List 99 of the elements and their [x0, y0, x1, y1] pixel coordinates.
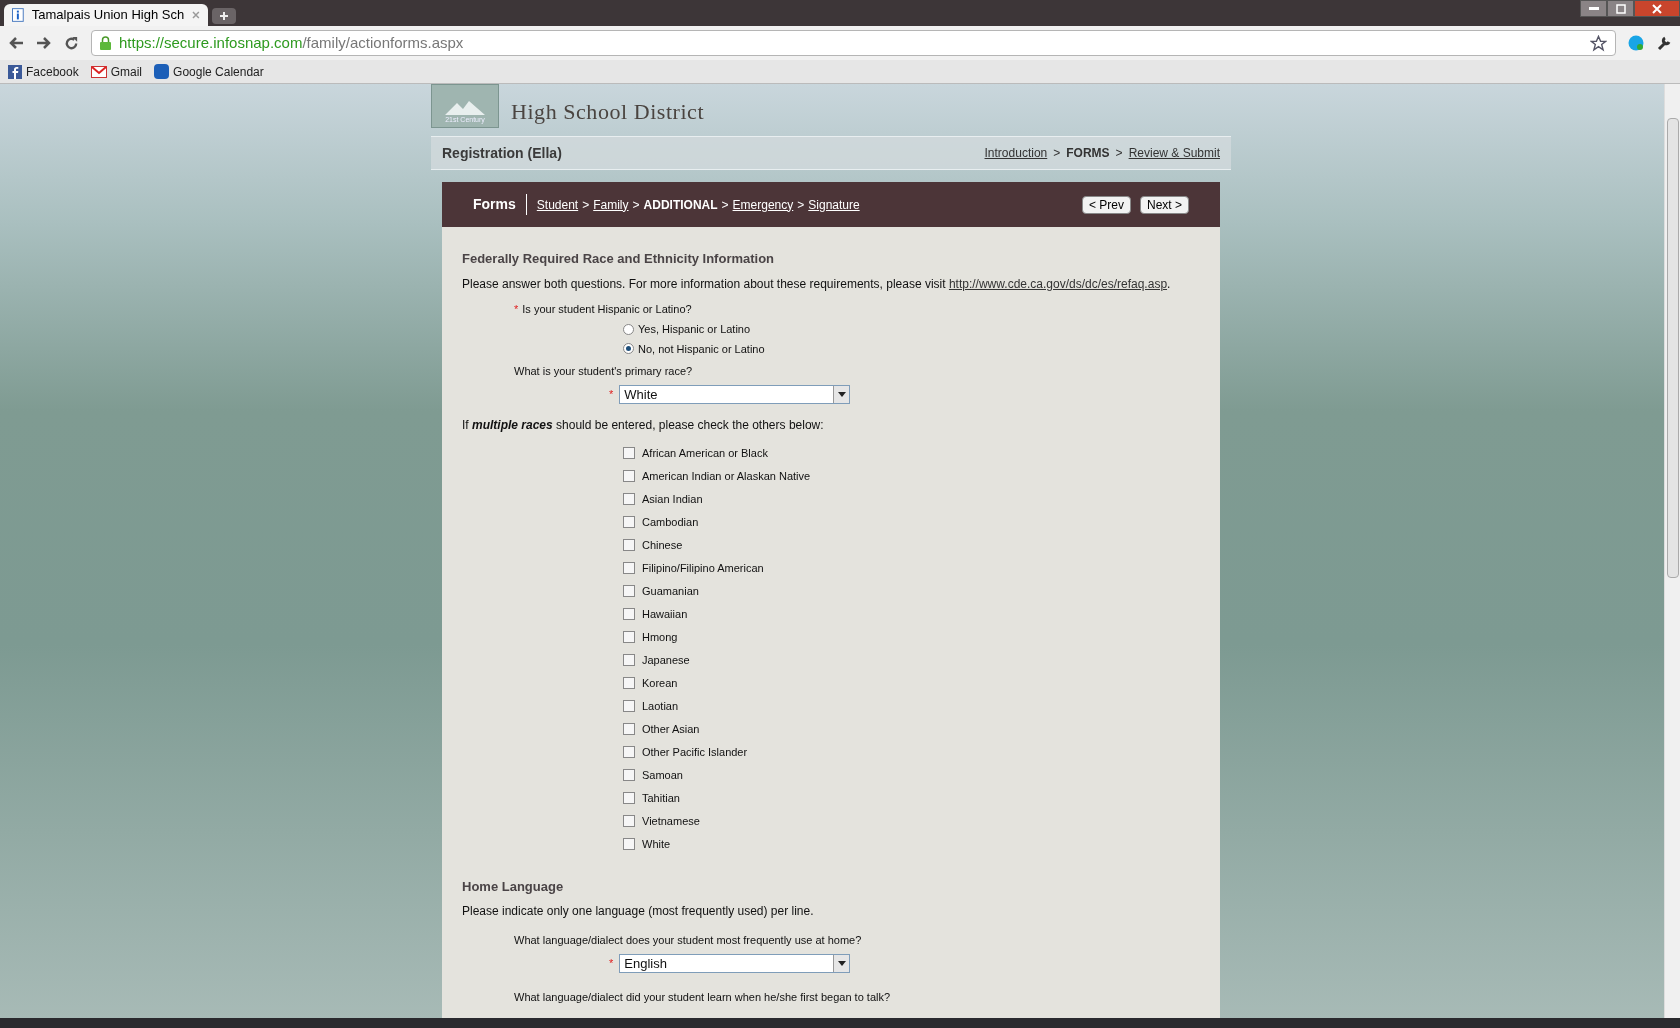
bookmark-link[interactable]: Gmail [90, 62, 143, 81]
bookmark-link[interactable]: Facebook [8, 62, 79, 81]
address-bar[interactable]: https://secure.infosnap.com/family/actionforms.aspx [91, 30, 1616, 56]
checkbox-label: Hmong [642, 629, 678, 645]
checkbox[interactable] [623, 447, 635, 459]
checkbox-label: American Indian or Alaskan Native [642, 468, 811, 484]
checkbox[interactable] [623, 700, 635, 712]
close-button[interactable] [1634, 0, 1680, 17]
checkbox[interactable] [623, 608, 635, 620]
required-asterisk: * [609, 386, 614, 402]
checkbox-label: Chinese [642, 537, 683, 553]
checkbox[interactable] [623, 539, 635, 551]
new-tab-button[interactable] [212, 8, 236, 24]
checkbox-label: Cambodian [642, 514, 699, 530]
checkbox-label: Samoan [642, 767, 683, 783]
checkbox-label: Other Asian [642, 721, 700, 737]
step-link[interactable]: Review & Submit [1128, 144, 1220, 162]
option-label: No, not Hispanic or Latino [638, 341, 765, 357]
bookmark-link[interactable]: Google Calendar [154, 62, 264, 81]
section-heading: Home Language [462, 877, 565, 896]
checkbox-label: Asian Indian [642, 491, 703, 507]
checkbox[interactable] [623, 746, 635, 758]
breadcrumb-separator: > [721, 196, 729, 214]
question-label: What is your student's primary race? [514, 364, 694, 379]
step-link[interactable]: Student [536, 195, 579, 214]
extension-icon[interactable] [1628, 35, 1644, 51]
wrench-icon[interactable] [1656, 35, 1672, 51]
calendar-icon [154, 64, 170, 79]
minimize-button[interactable] [1580, 0, 1607, 17]
question-label: What language/dialect does your student most frequently use at home? [514, 933, 863, 948]
breadcrumb-separator: > [797, 196, 805, 214]
restore-button[interactable] [1607, 0, 1634, 17]
checkbox[interactable] [623, 815, 635, 827]
checkbox-label: Laotian [642, 698, 679, 714]
breadcrumb-separator: > [582, 196, 590, 214]
current-step: ADDITIONAL [643, 195, 718, 214]
reload-icon[interactable] [64, 35, 79, 51]
dropdown[interactable]: English [619, 953, 851, 973]
checkbox[interactable] [623, 516, 635, 528]
breadcrumb-separator: > [1053, 145, 1061, 162]
checkbox[interactable] [623, 677, 635, 689]
intro-text: Please indicate only one language (most frequently used) per line. [462, 903, 815, 920]
next-button[interactable]: Next > [1140, 195, 1189, 214]
forward-icon[interactable] [36, 36, 52, 50]
step-link[interactable]: Emergency [732, 195, 794, 214]
checkbox-label: Korean [642, 675, 678, 691]
intro-text: Please answer both questions. For more information about these requirements, please visit http://www.cde.ca.gov/ds/dc/es/refaq.asp. [462, 275, 1172, 293]
plus-icon [219, 11, 229, 21]
close-icon [1652, 3, 1662, 14]
checkbox[interactable] [623, 631, 635, 643]
checkbox[interactable] [623, 585, 635, 597]
checkbox[interactable] [623, 562, 635, 574]
minimize-icon [1588, 6, 1599, 11]
facebook-icon [8, 64, 22, 79]
checkbox-label: Vietnamese [642, 813, 700, 829]
checkbox-label: White [642, 836, 671, 852]
lock-icon [100, 36, 111, 50]
checkbox-label: Other Pacific Islander [642, 744, 748, 760]
forms-title: Forms [473, 194, 527, 215]
section-heading: Federally Required Race and Ethnicity Information [462, 250, 776, 268]
registration-title: Registration (Ella) [442, 143, 562, 163]
step-link[interactable]: Family [593, 195, 629, 214]
question-label: Is your student Hispanic or Latino? [522, 301, 692, 317]
envelope-icon [90, 65, 107, 78]
current-step: FORMS [1066, 144, 1110, 162]
radio-button[interactable] [623, 343, 634, 355]
checkbox-label: Tahitian [642, 790, 680, 806]
required-asterisk: * [609, 955, 614, 971]
radio-button[interactable] [623, 323, 634, 335]
checkbox-label: African American or Black [642, 445, 768, 461]
checkbox[interactable] [623, 723, 635, 735]
district-name: High School District [511, 98, 705, 126]
page-info-icon [12, 8, 24, 22]
checkbox-label: Guamanian [642, 583, 699, 599]
required-asterisk: * [514, 301, 519, 317]
restore-icon [1615, 3, 1626, 14]
period: . [1167, 276, 1171, 291]
option-label: Yes, Hispanic or Latino [638, 322, 751, 337]
back-icon[interactable] [8, 36, 24, 50]
breadcrumb-separator: > [1115, 145, 1123, 162]
prev-button[interactable]: < Prev [1081, 195, 1131, 214]
checkbox[interactable] [623, 769, 635, 781]
checkbox[interactable] [623, 493, 635, 505]
checkbox[interactable] [623, 838, 635, 850]
checkbox-label: Hawaiian [642, 606, 688, 622]
browser-tab[interactable]: Tamalpais Union High Sch [4, 4, 208, 26]
step-link[interactable]: Signature [808, 195, 860, 214]
breadcrumb-separator: > [632, 196, 640, 214]
checkbox[interactable] [623, 654, 635, 666]
instruction-text: If multiple races should be entered, please check the others below: [462, 416, 825, 434]
checkbox-label: Filipino/Filipino American [642, 560, 764, 576]
close-icon[interactable] [192, 11, 200, 19]
checkbox[interactable] [623, 792, 635, 804]
checkbox[interactable] [623, 470, 635, 482]
question-label: What language/dialect did your student learn when he/she first began to talk? [514, 989, 892, 1005]
bookmark-star-icon[interactable] [1590, 34, 1607, 52]
dropdown[interactable]: White [619, 384, 851, 404]
checkbox-label: Japanese [642, 652, 690, 668]
step-link[interactable]: Introduction [984, 144, 1048, 162]
